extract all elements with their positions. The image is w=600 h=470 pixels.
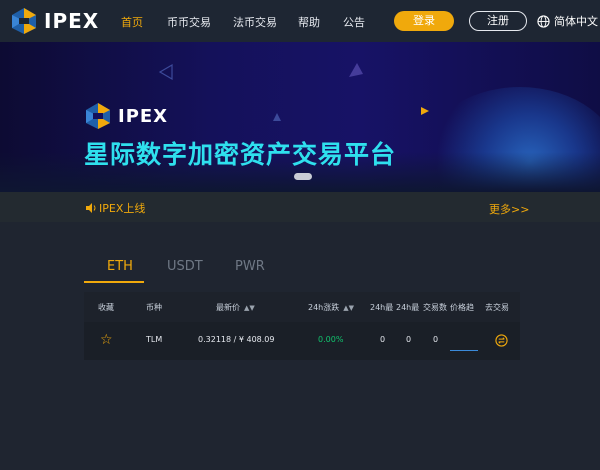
sort-icon: ▲▼ — [244, 304, 255, 312]
table-row[interactable]: ☆ TLM 0.32118 / ¥ 408.09 0.00% 0 0 0 — [84, 322, 520, 360]
table-header: 收藏 币种 最新价 ▲▼ 24h涨跌 ▲▼ 24h最 24h最 交易数 价格趋 去交… — [84, 292, 520, 322]
column-high: 24h最 — [370, 303, 394, 312]
exchange-icon[interactable] — [495, 334, 508, 347]
column-price-label: 最新价 — [216, 303, 240, 312]
announcement-bar: IPEX上线 更多>> — [0, 192, 600, 222]
top-navbar: IPEX 首页 币币交易 法币交易 帮助 公告 登录 注册 简体中文 — [0, 0, 600, 42]
speaker-icon — [86, 203, 96, 213]
column-change[interactable]: 24h涨跌 ▲▼ — [308, 302, 354, 313]
tab-pwr[interactable]: PWR — [235, 259, 265, 274]
nav-spot-trading[interactable]: 币币交易 — [167, 14, 211, 30]
price-change: 0.00% — [318, 335, 344, 344]
globe-icon — [537, 14, 550, 28]
language-label: 简体中文 — [554, 15, 598, 28]
nav-home[interactable]: 首页 — [121, 14, 143, 30]
ipex-logo-icon — [12, 8, 36, 34]
column-trend: 价格趋 — [450, 303, 474, 312]
market-tabs: ETH USDT PWR — [84, 254, 520, 284]
star-outline-icon[interactable]: ☆ — [100, 332, 113, 348]
low-value: 0 — [406, 335, 412, 344]
column-favorite: 收藏 — [98, 303, 114, 312]
latest-price: 0.32118 / ¥ 408.09 — [198, 335, 275, 344]
column-price[interactable]: 最新价 ▲▼ — [216, 302, 255, 313]
language-selector[interactable]: 简体中文 — [537, 13, 598, 29]
column-low: 24h最 — [396, 303, 420, 312]
tab-usdt[interactable]: USDT — [167, 259, 203, 274]
coin-name: TLM — [146, 335, 163, 344]
banner-slogan: 星际数字加密资产交易平台 — [84, 140, 397, 169]
column-volume: 交易数 — [423, 303, 447, 312]
carousel-indicator[interactable] — [294, 173, 312, 180]
column-trade: 去交易 — [485, 303, 509, 312]
volume-value: 0 — [433, 335, 439, 344]
decorative-triangle-icon — [421, 107, 429, 115]
register-button[interactable]: 注册 — [469, 11, 527, 31]
login-button[interactable]: 登录 — [394, 11, 454, 31]
sort-icon: ▲▼ — [343, 304, 355, 312]
decorative-triangle-icon — [349, 63, 363, 77]
trend-sparkline — [450, 350, 478, 351]
banner-logo-text: IPEX — [118, 105, 169, 127]
banner-logo: IPEX — [84, 102, 168, 130]
more-link[interactable]: 更多>> — [489, 201, 529, 217]
decorative-triangle-icon — [273, 113, 281, 121]
column-change-label: 24h涨跌 — [308, 303, 340, 312]
announcement-item[interactable]: IPEX上线 — [85, 200, 145, 216]
nav-help[interactable]: 帮助 — [298, 14, 320, 30]
tab-eth[interactable]: ETH — [107, 259, 133, 274]
column-coin: 币种 — [146, 303, 162, 312]
nav-fiat-trading[interactable]: 法币交易 — [233, 14, 277, 30]
ipex-logo-icon — [86, 103, 110, 129]
nav-announcements[interactable]: 公告 — [343, 14, 365, 30]
hero-banner[interactable]: IPEX 星际数字加密资产交易平台 — [0, 42, 600, 192]
market-table: 收藏 币种 最新价 ▲▼ 24h涨跌 ▲▼ 24h最 24h最 交易数 价格趋 去交… — [84, 292, 520, 360]
brand-logo[interactable]: IPEX — [10, 7, 99, 35]
announcement-text: IPEX上线 — [99, 202, 146, 215]
active-tab-indicator — [84, 281, 144, 283]
brand-name: IPEX — [44, 9, 100, 33]
decorative-triangle-icon — [158, 64, 173, 80]
high-value: 0 — [380, 335, 386, 344]
